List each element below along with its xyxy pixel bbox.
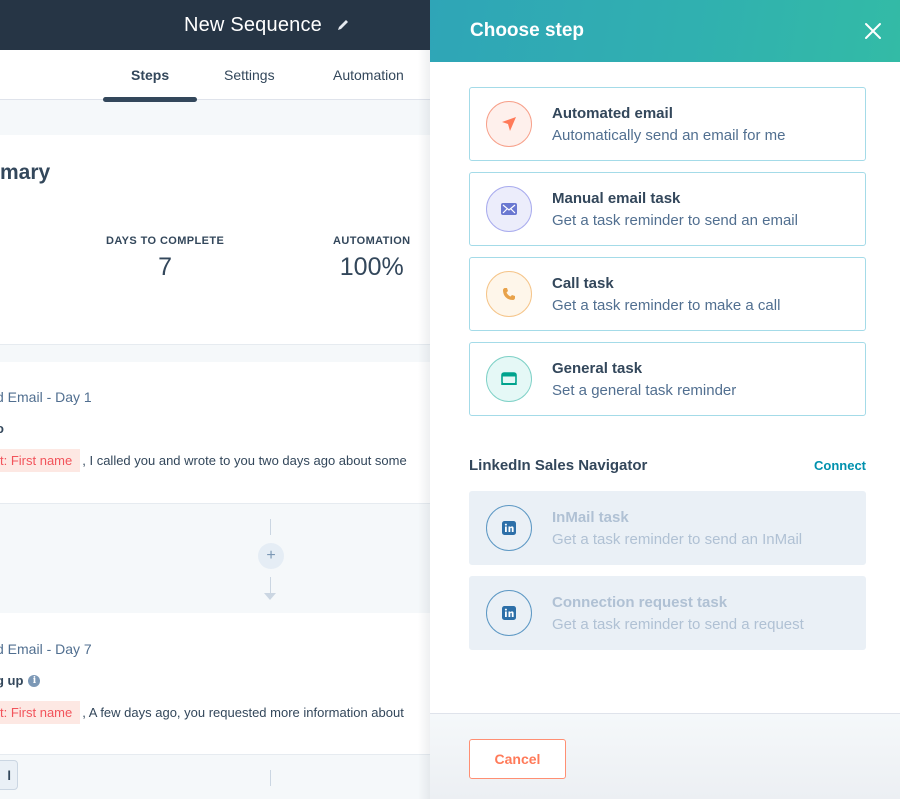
step-connector: + bbox=[0, 505, 430, 613]
linkedin-icon bbox=[486, 590, 532, 636]
phone-icon bbox=[486, 271, 532, 317]
step-subject: o bbox=[0, 421, 4, 436]
step-connector bbox=[0, 756, 430, 799]
info-icon[interactable]: i bbox=[28, 674, 41, 687]
tab-settings[interactable]: Settings bbox=[224, 50, 275, 100]
footer-button[interactable]: l bbox=[0, 760, 18, 790]
connect-link[interactable]: Connect bbox=[814, 458, 866, 473]
tab-steps[interactable]: Steps bbox=[102, 50, 198, 102]
linkedin-section-label: LinkedIn Sales Navigator bbox=[469, 457, 648, 474]
step-body-text: , I called you and wrote to you two days… bbox=[82, 453, 407, 468]
stat-label: AUTOMATION bbox=[333, 235, 411, 247]
tab-settings-label: Settings bbox=[224, 67, 275, 83]
paper-plane-icon bbox=[486, 101, 532, 147]
close-icon[interactable] bbox=[862, 20, 884, 42]
option-description: Get a task reminder to send an InMail bbox=[552, 530, 803, 548]
step-subject-text: g up bbox=[0, 673, 24, 688]
option-description: Automatically send an email for me bbox=[552, 126, 786, 144]
panel-title: Choose step bbox=[470, 20, 585, 41]
option-manual-email-task[interactable]: Manual email task Get a task reminder to… bbox=[469, 172, 866, 246]
summary-heading: mary bbox=[0, 161, 51, 184]
personalization-token: t: First name bbox=[0, 701, 81, 724]
linkedin-icon bbox=[486, 505, 532, 551]
stat-value: 7 bbox=[158, 253, 173, 281]
tab-automation[interactable]: Automation bbox=[333, 50, 404, 100]
task-icon bbox=[486, 356, 532, 402]
option-description: Set a general task reminder bbox=[552, 381, 737, 399]
option-automated-email[interactable]: Automated email Automatically send an em… bbox=[469, 87, 866, 161]
option-title: Connection request task bbox=[552, 593, 728, 611]
stat-value: 100% bbox=[339, 253, 404, 281]
personalization-token: t: First name bbox=[0, 449, 81, 472]
summary-card: mary DAYS TO COMPLETE 7 AUTOMATION 100% bbox=[0, 135, 430, 345]
option-title: Manual email task bbox=[552, 189, 681, 207]
stat-automation: AUTOMATION 100% bbox=[333, 235, 411, 282]
tab-automation-label: Automation bbox=[333, 67, 404, 83]
stat-days-to-complete: DAYS TO COMPLETE 7 bbox=[106, 235, 224, 282]
option-title: General task bbox=[552, 359, 643, 377]
footer-button-label: l bbox=[7, 767, 11, 783]
linkedin-section-header: LinkedIn Sales Navigator Connect bbox=[469, 457, 866, 474]
option-general-task[interactable]: General task Set a general task reminder bbox=[469, 342, 866, 416]
panel-shadow bbox=[418, 50, 430, 799]
stat-label: DAYS TO COMPLETE bbox=[106, 235, 225, 247]
step-title: d Email - Day 1 bbox=[0, 389, 92, 405]
option-connection-request-task: Connection request task Get a task remin… bbox=[469, 576, 866, 650]
connector-line bbox=[270, 519, 271, 535]
option-description: Get a task reminder to send an email bbox=[552, 211, 798, 229]
tab-bar: Steps Settings Automation bbox=[0, 50, 430, 102]
choose-step-panel: Choose step Automated email Automaticall… bbox=[430, 0, 900, 799]
sequence-title: New Sequence bbox=[183, 13, 322, 36]
add-step-button[interactable]: + bbox=[258, 543, 284, 569]
step-title: d Email - Day 7 bbox=[0, 641, 92, 657]
option-call-task[interactable]: Call task Get a task reminder to make a … bbox=[469, 257, 866, 331]
option-inmail-task: InMail task Get a task reminder to send … bbox=[469, 491, 866, 565]
panel-header: Choose step bbox=[430, 0, 900, 62]
step-subject-text: o bbox=[0, 421, 4, 436]
option-description: Get a task reminder to send a request bbox=[552, 615, 804, 633]
sequence-editor-page: New Sequence Steps Settings Automation m… bbox=[0, 0, 430, 799]
plus-icon: + bbox=[266, 547, 276, 564]
option-title: InMail task bbox=[552, 508, 629, 526]
step-body: t: First name , I called you and wrote t… bbox=[0, 449, 407, 472]
option-title: Automated email bbox=[552, 104, 673, 122]
step-body: t: First name , A few days ago, you requ… bbox=[0, 701, 404, 724]
arrow-down-icon bbox=[264, 593, 276, 600]
tab-steps-label: Steps bbox=[131, 67, 170, 83]
top-bar: New Sequence bbox=[0, 0, 430, 50]
panel-footer: Cancel bbox=[430, 713, 900, 799]
step-card-day-7[interactable]: d Email - Day 7 g up i t: First name , A… bbox=[0, 613, 430, 755]
step-subject: g up i bbox=[0, 673, 41, 688]
connector-line bbox=[270, 770, 271, 786]
step-body-text: , A few days ago, you requested more inf… bbox=[82, 705, 404, 720]
envelope-icon bbox=[486, 186, 532, 232]
step-card-day-1[interactable]: d Email - Day 1 o t: First name , I call… bbox=[0, 362, 430, 504]
option-description: Get a task reminder to make a call bbox=[552, 296, 781, 314]
pencil-icon[interactable] bbox=[336, 18, 350, 32]
cancel-button[interactable]: Cancel bbox=[469, 739, 566, 779]
option-title: Call task bbox=[552, 274, 614, 292]
